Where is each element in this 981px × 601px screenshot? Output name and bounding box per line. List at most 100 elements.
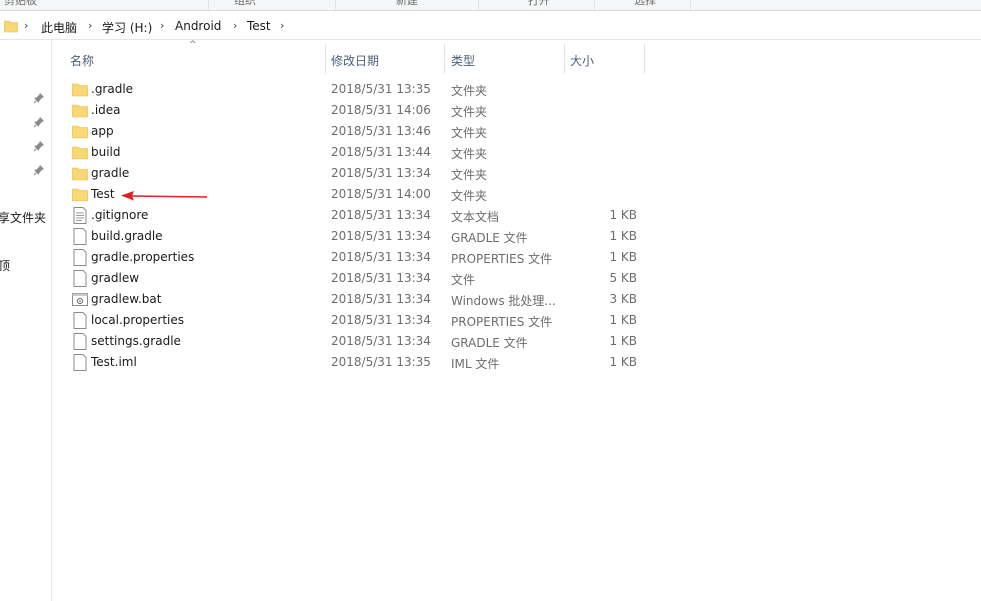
file-type: GRADLE 文件 [451,336,528,350]
file-date: 2018/5/31 13:34 [331,166,431,180]
ribbon-group-labels: 剪贴板 组织 新建 打开 选择 [0,0,981,11]
file-date: 2018/5/31 13:34 [331,271,431,285]
list-item[interactable]: .idea 2018/5/31 14:06 文件夹 [60,100,660,121]
column-header-size[interactable]: 大小 [570,52,594,69]
file-name[interactable]: gradlew [91,271,139,285]
file-type: 文件夹 [451,105,488,119]
file-date: 2018/5/31 13:34 [331,334,431,348]
file-list: .gradle 2018/5/31 13:35 文件夹 .idea 2018/5… [60,79,660,373]
file-date: 2018/5/31 13:34 [331,313,431,327]
column-header-type[interactable]: 类型 [451,52,475,69]
file-name[interactable]: .gitignore [91,208,148,222]
file-name[interactable]: Test [91,187,115,201]
chevron-right-icon[interactable]: › [160,19,164,32]
file-date: 2018/5/31 13:34 [331,229,431,243]
file-date: 2018/5/31 13:44 [331,145,431,159]
file-date: 2018/5/31 14:00 [331,187,431,201]
breadcrumb-drive-h[interactable]: 学习 (H:) [102,19,152,36]
folder-icon [72,146,88,160]
annotation-arrow-icon [121,191,208,201]
ribbon-group-select: 选择 [634,0,656,7]
file-size: 5 KB [609,271,637,285]
file-name[interactable]: local.properties [91,313,184,327]
file-name[interactable]: build.gradle [91,229,163,243]
file-icon [73,312,87,329]
column-header-name[interactable]: 名称 [70,52,94,69]
file-date: 2018/5/31 13:35 [331,355,431,369]
file-type: PROPERTIES 文件 [451,315,553,329]
breadcrumb-android[interactable]: Android [175,19,221,33]
list-item[interactable]: build 2018/5/31 13:44 文件夹 [60,142,660,163]
list-item[interactable]: gradlew 2018/5/31 13:34 文件 5 KB [60,268,660,289]
list-item[interactable]: .gitignore 2018/5/31 13:34 文本文档 1 KB [60,205,660,226]
file-icon [73,333,87,350]
file-type: 文件夹 [451,126,488,140]
file-size: 1 KB [609,229,637,243]
address-bar[interactable]: › 此电脑 › 学习 (H:) › Android › Test › [0,14,981,40]
file-type: Windows 批处理... [451,294,556,308]
folder-icon [3,19,19,36]
pin-icon[interactable] [33,116,45,128]
folder-icon [72,83,88,97]
file-type: IML 文件 [451,357,500,371]
file-name[interactable]: Test.iml [91,355,137,369]
file-date: 2018/5/31 13:46 [331,124,431,138]
navigation-pane[interactable]: 享文件夹 顶 [0,40,52,601]
list-item[interactable]: build.gradle 2018/5/31 13:34 GRADLE 文件 1… [60,226,660,247]
batch-file-icon [72,293,88,306]
chevron-right-icon[interactable]: › [280,19,284,32]
file-date: 2018/5/31 13:34 [331,292,431,306]
file-name[interactable]: .gradle [91,82,133,96]
file-name[interactable]: app [91,124,114,138]
file-type: 文件夹 [451,168,488,182]
file-size: 1 KB [609,208,637,222]
pin-icon[interactable] [33,92,45,104]
file-name[interactable]: settings.gradle [91,334,181,348]
file-size: 3 KB [609,292,637,306]
file-date: 2018/5/31 14:06 [331,103,431,117]
folder-icon [72,167,88,181]
chevron-right-icon[interactable]: › [233,19,237,32]
list-item[interactable]: app 2018/5/31 13:46 文件夹 [60,121,660,142]
ribbon-group-open: 打开 [528,0,550,7]
file-size: 1 KB [609,313,637,327]
folder-icon [72,188,88,202]
file-date: 2018/5/31 13:34 [331,208,431,222]
file-icon [73,228,87,245]
file-name[interactable]: .idea [91,103,121,117]
list-item[interactable]: Test.iml 2018/5/31 13:35 IML 文件 1 KB [60,352,660,373]
file-size: 1 KB [609,355,637,369]
chevron-right-icon[interactable]: › [24,19,28,32]
list-item[interactable]: gradle 2018/5/31 13:34 文件夹 [60,163,660,184]
nav-item-shared-folders[interactable]: 享文件夹 [0,209,46,226]
pin-icon[interactable] [33,164,45,176]
list-item[interactable]: local.properties 2018/5/31 13:34 PROPERT… [60,310,660,331]
file-name[interactable]: gradlew.bat [91,292,161,306]
file-size: 1 KB [609,334,637,348]
file-name[interactable]: build [91,145,121,159]
text-file-icon [73,207,87,224]
file-icon [73,270,87,287]
file-name[interactable]: gradle [91,166,129,180]
pin-icon[interactable] [33,140,45,152]
file-name[interactable]: gradle.properties [91,250,194,264]
file-icon [73,249,87,266]
ribbon-group-new: 新建 [396,0,418,7]
list-item[interactable]: gradlew.bat 2018/5/31 13:34 Windows 批处理.… [60,289,660,310]
file-type: 文件 [451,273,476,287]
folder-icon [72,104,88,118]
chevron-right-icon[interactable]: › [88,19,92,32]
column-headers: 名称 修改日期 类型 大小 [60,44,660,74]
file-type: GRADLE 文件 [451,231,528,245]
breadcrumb-this-pc[interactable]: 此电脑 [41,19,77,36]
nav-item-top[interactable]: 顶 [0,257,10,274]
file-type: 文件夹 [451,189,488,203]
breadcrumb-test[interactable]: Test [247,19,271,33]
file-type: PROPERTIES 文件 [451,252,553,266]
column-header-date[interactable]: 修改日期 [331,52,379,69]
list-item[interactable]: settings.gradle 2018/5/31 13:34 GRADLE 文… [60,331,660,352]
ribbon-group-organize: 组织 [234,0,256,7]
file-type: 文本文档 [451,210,500,224]
list-item[interactable]: .gradle 2018/5/31 13:35 文件夹 [60,79,660,100]
list-item[interactable]: gradle.properties 2018/5/31 13:34 PROPER… [60,247,660,268]
